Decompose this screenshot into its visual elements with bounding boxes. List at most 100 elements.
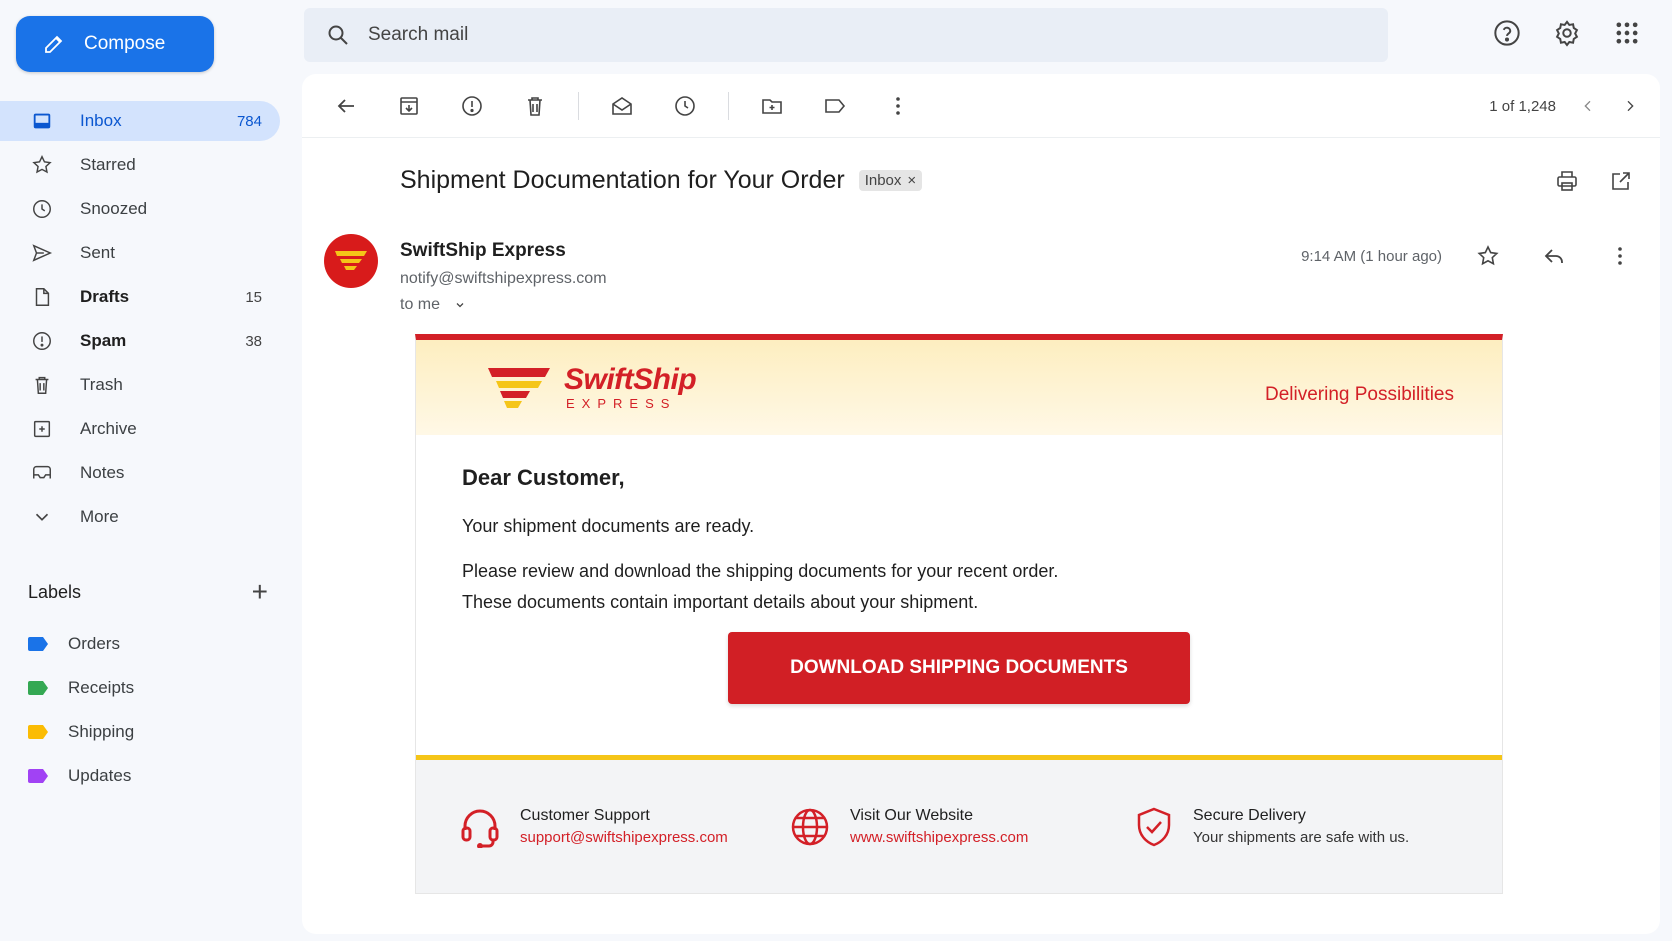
compose-button[interactable]: Compose xyxy=(16,16,214,72)
brand-name: SwiftShip xyxy=(564,363,697,396)
sidebar-item-drafts[interactable]: Drafts 15 xyxy=(0,277,280,317)
label-name: Updates xyxy=(68,766,132,785)
draft-count: 15 xyxy=(245,288,262,306)
support-email-link[interactable]: support@swiftshipexpress.com xyxy=(520,829,728,846)
chevron-down-icon xyxy=(30,505,54,529)
report-spam-icon[interactable] xyxy=(452,86,492,126)
message-panel: 1 of 1,248 Shipment Documentation for Yo… xyxy=(302,74,1660,934)
label-tag-icon xyxy=(28,725,48,739)
draft-icon xyxy=(30,285,54,309)
close-icon[interactable]: × xyxy=(907,172,916,189)
footer-support-title: Customer Support xyxy=(520,807,650,824)
mark-unread-icon[interactable] xyxy=(602,86,642,126)
label-item-updates[interactable]: Updates xyxy=(28,754,134,798)
star-icon xyxy=(30,153,54,177)
email-greeting: Dear Customer, xyxy=(462,465,625,490)
sidebar-item-label: Spam xyxy=(80,331,127,350)
gear-icon[interactable] xyxy=(1552,18,1582,48)
label-item-receipts[interactable]: Receipts xyxy=(28,666,134,710)
sidebar-item-label: Snoozed xyxy=(80,199,148,218)
notes-icon xyxy=(30,461,54,485)
sidebar-item-inbox[interactable]: Inbox 784 xyxy=(0,101,280,141)
download-documents-button[interactable]: DOWNLOAD SHIPPING DOCUMENTS xyxy=(728,632,1190,704)
sidebar-item-label: Archive xyxy=(80,419,137,438)
shield-check-icon xyxy=(1137,807,1171,846)
footer-secure-text: Your shipments are safe with us. xyxy=(1193,829,1410,846)
reply-icon[interactable] xyxy=(1540,242,1568,270)
pagination: 1 of 1,248 xyxy=(1489,74,1640,138)
globe-icon xyxy=(791,808,829,845)
star-icon[interactable] xyxy=(1474,242,1502,270)
search-input[interactable] xyxy=(368,24,1268,46)
email-line: These documents contain important detail… xyxy=(462,592,979,612)
sidebar-item-snoozed[interactable]: Snoozed xyxy=(0,189,280,229)
trash-icon xyxy=(30,373,54,397)
recipient-label: to me xyxy=(400,296,441,313)
email-line: Please review and download the shipping … xyxy=(462,561,1059,581)
label-item-orders[interactable]: Orders xyxy=(28,622,134,666)
apps-grid-icon[interactable] xyxy=(1612,18,1642,48)
label-list: Orders Receipts Shipping Updates xyxy=(28,622,134,798)
label-tag-icon xyxy=(28,637,48,651)
label-item-shipping[interactable]: Shipping xyxy=(28,710,134,754)
avatar xyxy=(324,234,378,288)
add-label-icon[interactable]: + xyxy=(252,578,268,606)
page-counter: 1 of 1,248 xyxy=(1489,97,1556,115)
chip-label: Inbox xyxy=(864,172,902,189)
chevron-left-icon[interactable] xyxy=(1578,96,1598,116)
sidebar-item-spam[interactable]: Spam 38 xyxy=(0,321,280,361)
more-vert-icon[interactable] xyxy=(1606,242,1634,270)
sidebar-item-notes[interactable]: Notes xyxy=(0,453,280,493)
message-toolbar: 1 of 1,248 xyxy=(302,74,1660,138)
sidebar-item-more[interactable]: More xyxy=(0,497,280,537)
open-new-window-icon[interactable] xyxy=(1608,168,1634,194)
sidebar-item-label: Drafts xyxy=(80,287,130,306)
chevron-right-icon[interactable] xyxy=(1620,96,1640,116)
email-banner: SwiftShip EXPRESS Delivering Possibiliti… xyxy=(416,340,1502,435)
pencil-icon xyxy=(45,35,63,53)
sidebar-item-label: Sent xyxy=(80,243,115,262)
labels-header: Labels + xyxy=(28,578,268,606)
archive-icon[interactable] xyxy=(389,86,429,126)
help-icon[interactable] xyxy=(1492,18,1522,48)
spam-count: 38 xyxy=(245,332,262,350)
footer-secure-title: Secure Delivery xyxy=(1193,807,1306,824)
headset-icon xyxy=(461,809,499,848)
sidebar-item-archive[interactable]: Archive xyxy=(0,409,280,449)
archive-icon xyxy=(30,417,54,441)
email-line: Your shipment documents are ready. xyxy=(462,516,755,536)
compose-label: Compose xyxy=(84,33,166,54)
more-vert-icon[interactable] xyxy=(878,86,918,126)
email-paragraph: Please review and download the shipping … xyxy=(462,556,1456,618)
move-to-icon[interactable] xyxy=(752,86,792,126)
email-content: Dear Customer, Your shipment documents a… xyxy=(416,435,1502,704)
sidebar-item-trash[interactable]: Trash xyxy=(0,365,280,405)
print-icon[interactable] xyxy=(1554,168,1580,194)
sidebar-item-label: More xyxy=(80,507,119,526)
sidebar-nav: Inbox 784 Starred Snoozed Sent Drafts 15… xyxy=(0,101,280,541)
snooze-icon[interactable] xyxy=(665,86,705,126)
spam-icon xyxy=(30,329,54,353)
back-arrow-icon[interactable] xyxy=(326,86,366,126)
delete-icon[interactable] xyxy=(515,86,555,126)
search-icon[interactable] xyxy=(326,23,350,47)
sidebar-item-sent[interactable]: Sent xyxy=(0,233,280,273)
message-actions xyxy=(1474,242,1634,270)
swiftship-logo-icon xyxy=(488,367,550,408)
recipient-toggle[interactable]: to me xyxy=(400,296,466,314)
brand-subtitle: EXPRESS xyxy=(566,396,677,411)
toolbar-divider xyxy=(728,91,729,120)
subject-row: Shipment Documentation for Your Order In… xyxy=(400,166,923,195)
top-right-icons xyxy=(1492,18,1642,48)
footer-secure: Secure Delivery Your shipments are safe … xyxy=(1135,806,1409,848)
label-icon[interactable] xyxy=(815,86,855,126)
message-timestamp: 9:14 AM (1 hour ago) xyxy=(1301,248,1442,265)
send-icon xyxy=(30,241,54,265)
sender-name: SwiftShip Express xyxy=(400,240,566,261)
email-body: SwiftShip EXPRESS Delivering Possibiliti… xyxy=(415,334,1503,894)
website-link[interactable]: www.swiftshipexpress.com xyxy=(850,829,1028,846)
email-footer: Customer Support support@swiftshipexpres… xyxy=(416,755,1502,893)
sidebar-item-starred[interactable]: Starred xyxy=(0,145,280,185)
label-tag-icon xyxy=(28,681,48,695)
inbox-chip: Inbox × xyxy=(858,170,923,191)
